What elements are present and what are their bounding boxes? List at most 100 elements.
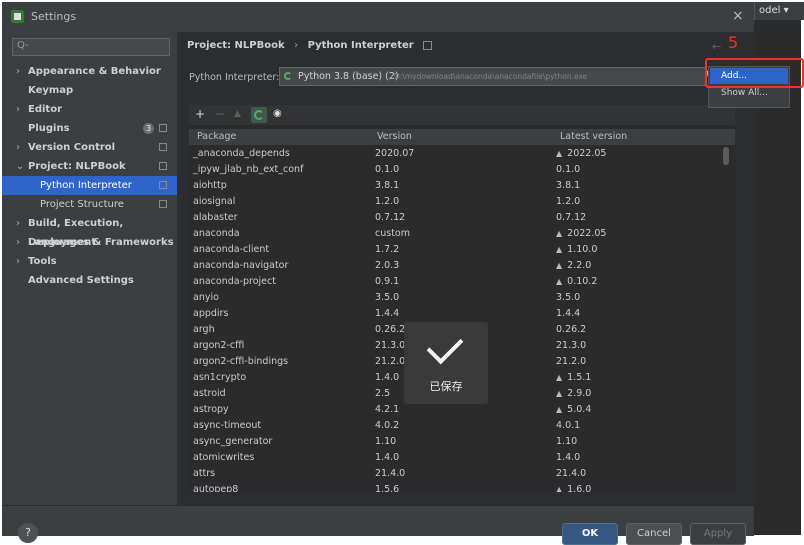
- package-latest-version: 2022.05: [567, 228, 607, 239]
- interpreter-select[interactable]: Python 3.8 (base) (2) D:\mydownload\anac…: [279, 67, 707, 86]
- table-row[interactable]: async-timeout 4.0.2 4.0.1: [189, 419, 735, 435]
- table-row[interactable]: appdirs 1.4.4 1.4.4: [189, 307, 735, 323]
- table-row[interactable]: atomicwrites 1.4.0 1.4.0: [189, 451, 735, 467]
- dialog-footer: ? OK Cancel Apply: [2, 505, 754, 545]
- package-latest-version: 0.1.0: [556, 164, 581, 175]
- sidebar-item-label: Python Interpreter: [40, 180, 132, 191]
- column-version[interactable]: Version: [377, 131, 412, 142]
- table-row[interactable]: astropy 4.2.1 ▲ 5.0.4: [189, 403, 735, 419]
- upgrade-available-icon: ▲: [556, 245, 563, 254]
- sidebar-item-label: Keymap: [28, 85, 74, 96]
- ok-button[interactable]: OK: [562, 523, 618, 545]
- scrollbar-thumb[interactable]: [723, 147, 729, 165]
- package-version: 0.26.2: [375, 324, 406, 335]
- package-name: appdirs: [193, 308, 229, 319]
- package-latest-version: 21.3.0: [556, 340, 587, 351]
- sidebar-item-label: Appearance & Behavior: [28, 66, 161, 77]
- sidebar-item-project[interactable]: ⌄ Project: NLPBook: [2, 157, 177, 176]
- table-row[interactable]: anaconda-navigator 2.0.3 ▲ 2.2.0: [189, 259, 735, 275]
- background-tab[interactable]: odel ▾: [754, 2, 804, 20]
- sidebar-item-tools[interactable]: › Tools: [2, 252, 177, 271]
- column-package[interactable]: Package: [197, 131, 236, 142]
- package-name: astroid: [193, 388, 226, 399]
- package-version: 0.7.12: [375, 212, 406, 223]
- table-row[interactable]: _ipyw_jlab_nb_ext_conf 0.1.0 0.1.0: [189, 163, 735, 179]
- table-row[interactable]: anaconda custom ▲ 2022.05: [189, 227, 735, 243]
- table-row[interactable]: anaconda-project 0.9.1 ▲ 0.10.2: [189, 275, 735, 291]
- package-name: async-timeout: [193, 420, 262, 431]
- sidebar-item-build[interactable]: › Build, Execution, Deployment: [2, 214, 177, 248]
- help-icon[interactable]: ?: [18, 523, 38, 543]
- table-row[interactable]: alabaster 0.7.12 0.7.12: [189, 211, 735, 227]
- add-package-icon[interactable]: +: [195, 107, 205, 121]
- project-scope-icon: [159, 200, 167, 208]
- table-row[interactable]: autopep8 1.5.6 ▲ 1.6.0: [189, 483, 735, 492]
- package-version: 21.3.0: [375, 340, 406, 351]
- package-latest-version: 2.2.0: [567, 260, 592, 271]
- sidebar-item-version-control[interactable]: › Version Control: [2, 138, 177, 157]
- sidebar-item-label: Tools: [28, 256, 57, 267]
- package-version: 21.2.0: [375, 356, 406, 367]
- refresh-icon[interactable]: [251, 107, 267, 123]
- sidebar-item-python-interpreter[interactable]: Python Interpreter: [2, 176, 177, 195]
- table-row[interactable]: anyio 3.5.0 3.5.0: [189, 291, 735, 307]
- sidebar: Q- › Appearance & Behavior Keymap › Edit…: [2, 32, 177, 505]
- apply-button[interactable]: Apply: [690, 523, 746, 545]
- package-version: 2020.07: [375, 148, 415, 159]
- table-row[interactable]: async_generator 1.10 1.10: [189, 435, 735, 451]
- sidebar-item-project-structure[interactable]: Project Structure: [2, 195, 177, 214]
- package-latest-version: 4.0.1: [556, 420, 581, 431]
- package-version: 1.5.6: [375, 484, 400, 492]
- breadcrumb-project[interactable]: Project: NLPBook: [187, 40, 285, 51]
- show-all-item[interactable]: Show All...: [721, 88, 768, 98]
- eye-icon[interactable]: ◉: [273, 108, 282, 119]
- checkmark-icon: [426, 327, 464, 365]
- package-latest-cell: 4.0.1: [556, 420, 580, 431]
- upgrade-package-icon[interactable]: ▲: [234, 109, 241, 119]
- chevron-right-icon: ›: [16, 237, 20, 248]
- package-latest-version: 2.9.0: [567, 388, 592, 399]
- search-icon: Q-: [17, 40, 29, 51]
- sidebar-item-advanced[interactable]: Advanced Settings: [2, 271, 177, 290]
- package-latest-version: 2022.05: [567, 148, 607, 159]
- sidebar-item-label: Plugins: [28, 123, 70, 134]
- search-input[interactable]: Q-: [12, 38, 170, 56]
- cancel-button[interactable]: Cancel: [626, 523, 682, 545]
- sidebar-item-label: Version Control: [28, 142, 116, 153]
- package-name: anaconda-navigator: [193, 260, 289, 271]
- package-latest-cell: ▲ 2022.05: [556, 148, 606, 159]
- table-row[interactable]: _anaconda_depends 2020.07 ▲ 2022.05: [189, 147, 735, 163]
- package-latest-cell: 0.26.2: [556, 324, 586, 335]
- sidebar-item-keymap[interactable]: Keymap: [2, 81, 177, 100]
- table-row[interactable]: attrs 21.4.0 21.4.0: [189, 467, 735, 483]
- package-name: aiohttp: [193, 180, 227, 191]
- package-latest-cell: 1.2.0: [556, 196, 580, 207]
- package-latest-cell: ▲ 1.5.1: [556, 372, 591, 383]
- table-row[interactable]: aiosignal 1.2.0 1.2.0: [189, 195, 735, 211]
- package-name: async_generator: [193, 436, 273, 447]
- table-row[interactable]: anaconda-client 1.7.2 ▲ 1.10.0: [189, 243, 735, 259]
- chevron-right-icon: ›: [16, 218, 20, 229]
- package-latest-version: 1.2.0: [556, 196, 581, 207]
- sidebar-item-plugins[interactable]: Plugins 3: [2, 119, 177, 138]
- package-latest-cell: 3.5.0: [556, 292, 580, 303]
- package-version: 1.4.0: [375, 452, 400, 463]
- package-name: atomicwrites: [193, 452, 255, 463]
- package-latest-version: 0.7.12: [556, 212, 587, 223]
- package-version: 21.4.0: [375, 468, 406, 479]
- sidebar-item-editor[interactable]: › Editor: [2, 100, 177, 119]
- close-icon[interactable]: ×: [732, 8, 744, 24]
- sidebar-item-languages[interactable]: › Languages & Frameworks: [2, 233, 177, 252]
- sidebar-item-label: Editor: [28, 104, 62, 115]
- toast-text: 已保存: [429, 380, 463, 393]
- project-scope-icon: [159, 181, 167, 189]
- remove-package-icon[interactable]: −: [215, 107, 225, 121]
- back-arrow-icon[interactable]: ←: [712, 40, 721, 53]
- package-latest-cell: ▲ 2.2.0: [556, 260, 591, 271]
- window-title: Settings: [31, 10, 77, 23]
- sidebar-item-appearance[interactable]: › Appearance & Behavior: [2, 62, 177, 81]
- package-latest-version: 3.8.1: [556, 180, 581, 191]
- table-row[interactable]: aiohttp 3.8.1 3.8.1: [189, 179, 735, 195]
- column-latest-version[interactable]: Latest version: [560, 131, 627, 142]
- packages-table: Package Version Latest version _anaconda…: [189, 125, 735, 492]
